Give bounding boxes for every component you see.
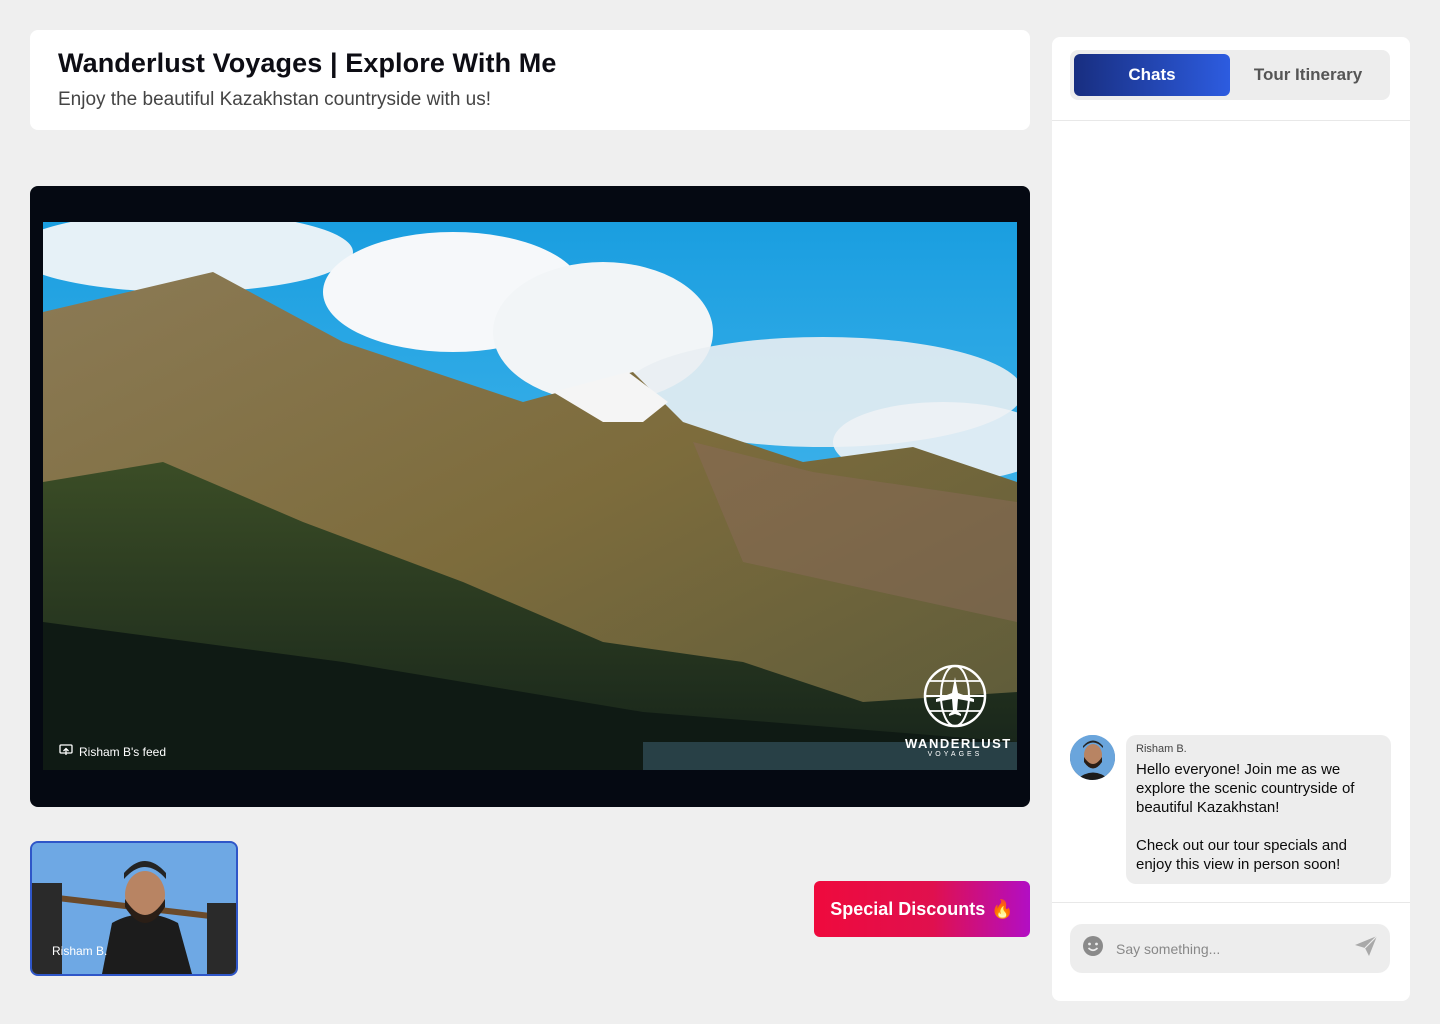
presenter-name: Risham B. [52,944,108,958]
brand-wordmark: WANDERLUST [905,736,1012,751]
globe-plane-logo-icon [922,664,988,733]
divider [1052,120,1410,121]
special-discounts-label: Special Discounts [830,898,986,919]
wanderlust-logo: WANDERLUST VOYAGES [905,663,1012,758]
chat-input[interactable] [1114,939,1354,958]
send-icon[interactable] [1354,935,1378,962]
chat-message: Risham B. Hello everyone! Join me as we … [1070,735,1391,884]
message-text: Hello everyone! Join me as we explore th… [1136,761,1355,873]
video-feed[interactable]: Risham B's feed WANDERLUST VOYAGES [43,222,1017,770]
page-title: Wanderlust Voyages | Explore With Me [58,48,557,78]
emoji-icon[interactable] [1082,935,1104,962]
divider [1052,902,1410,903]
brand-subtitle: VOYAGES [927,751,983,758]
chat-composer [1070,924,1390,973]
message-bubble: Risham B. Hello everyone! Join me as we … [1126,735,1391,884]
tab-chats[interactable]: Chats [1074,54,1230,96]
feed-label: Risham B's feed [59,744,166,759]
feed-label-text: Risham B's feed [79,744,166,759]
page-subtitle: Enjoy the beautiful Kazakhstan countrysi… [58,89,492,110]
avatar[interactable] [1070,735,1115,780]
special-discounts-button[interactable]: Special Discounts 🔥 [814,881,1030,937]
tab-tour-itinerary[interactable]: Tour Itinerary [1230,54,1386,96]
presenter-video-tile[interactable]: Risham B. [30,841,238,976]
chat-sidebar: Chats Tour Itinerary Risham B. Hello eve… [1052,37,1410,1001]
sidebar-tabs: Chats Tour Itinerary [1070,50,1390,100]
message-author: Risham B. [1136,743,1187,755]
fire-icon: 🔥 [991,898,1014,919]
screen-share-icon [59,744,73,759]
stream-header: Wanderlust Voyages | Explore With Me Enj… [30,30,1030,130]
video-player[interactable]: Risham B's feed WANDERLUST VOYAGES [30,186,1030,807]
mountain-scene [43,222,1017,770]
